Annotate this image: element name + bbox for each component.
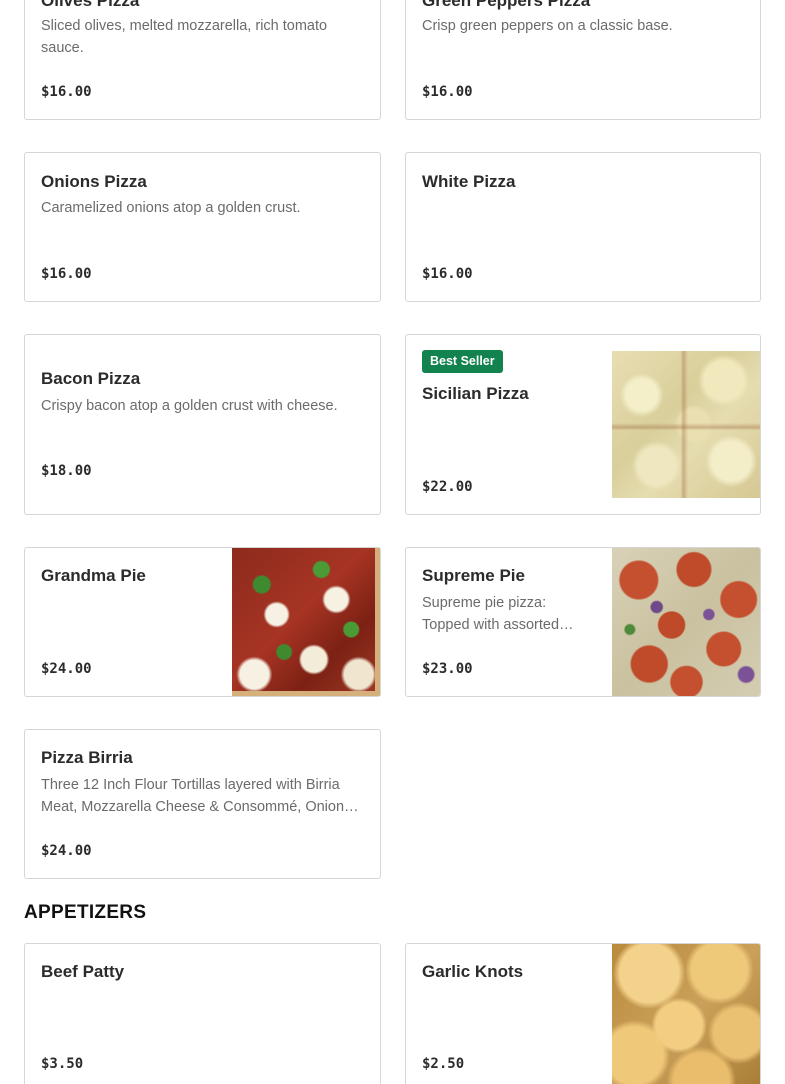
menu-item-card[interactable]: Beef Patty $3.50 bbox=[24, 943, 381, 1084]
item-description: Crisp green peppers on a classic base. bbox=[422, 18, 673, 34]
garlic-knots-image bbox=[612, 944, 760, 1084]
item-description: Crispy bacon atop a golden crust with ch… bbox=[41, 398, 338, 414]
menu-item-card[interactable]: Onions Pizza Caramelized onions atop a g… bbox=[24, 152, 381, 302]
item-name: Beef Patty bbox=[41, 962, 125, 981]
item-price: $2.50 bbox=[422, 1056, 465, 1072]
grandma-pie-image bbox=[232, 548, 380, 696]
menu-item-card[interactable]: Green Peppers Pizza Crisp green peppers … bbox=[405, 0, 761, 120]
item-name: Sicilian Pizza bbox=[422, 384, 529, 403]
item-price: $16.00 bbox=[422, 266, 473, 282]
item-name: White Pizza bbox=[422, 172, 516, 191]
menu-item-card[interactable]: Garlic Knots $2.50 bbox=[405, 943, 761, 1084]
menu-item-card[interactable]: White Pizza $16.00 bbox=[405, 152, 761, 302]
item-price: $18.00 bbox=[41, 463, 92, 479]
sicilian-pizza-image bbox=[612, 351, 760, 498]
item-price: $16.00 bbox=[422, 84, 473, 100]
item-price: $22.00 bbox=[422, 479, 473, 495]
menu-item-card[interactable]: Grandma Pie $24.00 bbox=[24, 547, 381, 697]
item-price: $3.50 bbox=[41, 1056, 84, 1072]
menu-item-card[interactable]: Pizza Birria Three 12 Inch Flour Tortill… bbox=[24, 729, 381, 879]
item-name: Grandma Pie bbox=[41, 566, 146, 585]
item-name: Garlic Knots bbox=[422, 962, 524, 981]
item-name: Pizza Birria bbox=[41, 748, 133, 767]
menu-item-card[interactable]: Olives Pizza Sliced olives, melted mozza… bbox=[24, 0, 381, 120]
item-price: $24.00 bbox=[41, 661, 92, 677]
menu-item-card[interactable]: Bacon Pizza Crispy bacon atop a golden c… bbox=[24, 334, 381, 515]
item-price: $16.00 bbox=[41, 84, 92, 100]
item-description: Caramelized onions atop a golden crust. bbox=[41, 200, 301, 216]
item-description: Sliced olives, melted mozzarella, rich t… bbox=[41, 18, 328, 56]
menu-item-card[interactable]: Best Seller Sicilian Pizza $22.00 bbox=[405, 334, 761, 515]
item-name: Bacon Pizza bbox=[41, 369, 141, 388]
item-name: Green Peppers Pizza bbox=[422, 0, 591, 10]
item-name: Olives Pizza bbox=[41, 0, 140, 10]
item-name: Onions Pizza bbox=[41, 172, 147, 191]
item-description: Supreme pie pizza: Topped with assorted … bbox=[422, 595, 560, 633]
item-description: Three 12 Inch Flour Tortillas layered wi… bbox=[41, 777, 352, 815]
item-price: $16.00 bbox=[41, 266, 92, 282]
item-price: $24.00 bbox=[41, 843, 92, 859]
menu-item-card[interactable]: Supreme Pie Supreme pie pizza: Topped wi… bbox=[405, 547, 761, 697]
item-name: Supreme Pie bbox=[422, 566, 525, 585]
section-heading-appetizers: APPETIZERS bbox=[24, 902, 147, 923]
supreme-pie-image bbox=[612, 548, 760, 696]
item-price: $23.00 bbox=[422, 661, 473, 677]
best-seller-badge: Best Seller bbox=[422, 350, 503, 373]
